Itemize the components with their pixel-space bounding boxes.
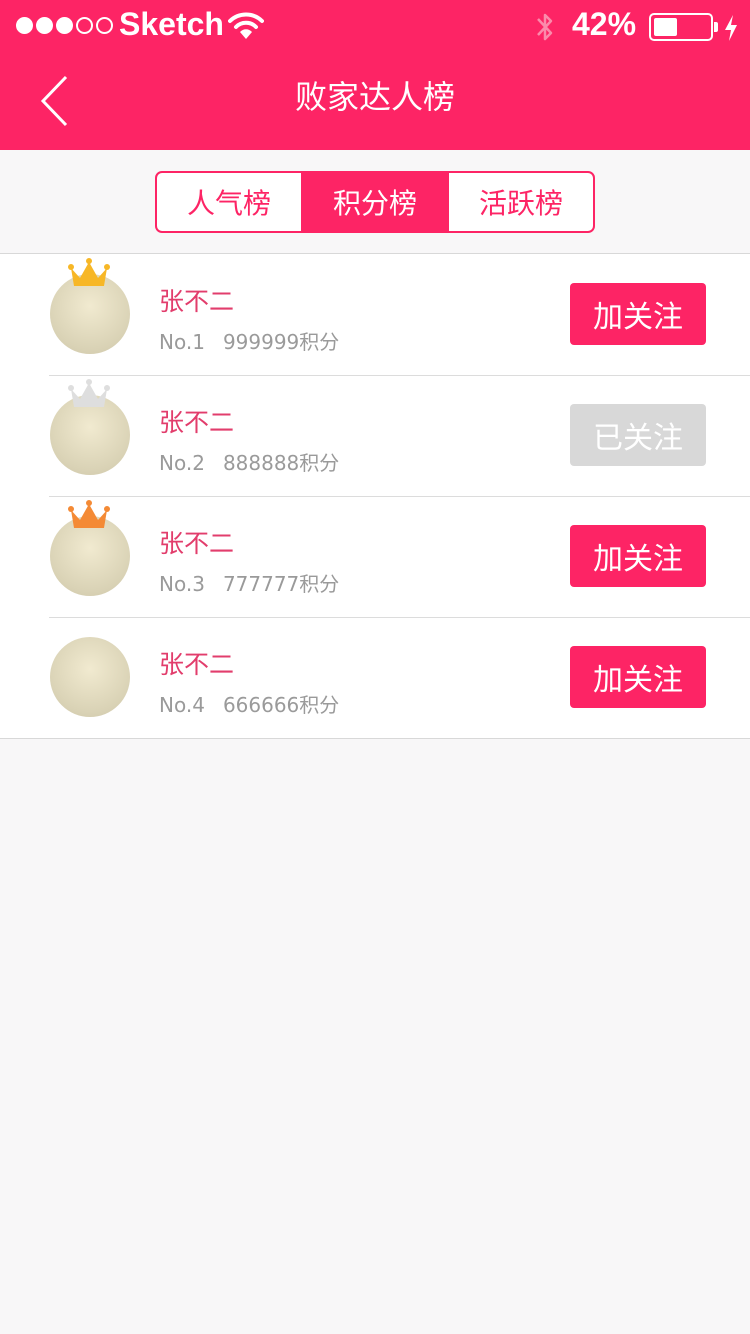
battery-tip (714, 22, 718, 32)
rank-number: No.2 (159, 451, 205, 475)
list-item: 张不二 No.1 999999积分 加关注 (0, 254, 750, 375)
rank-info: No.2 888888积分 (159, 447, 339, 476)
points-value: 888888积分 (222, 451, 340, 475)
points-value: 666666积分 (222, 693, 340, 717)
wifi-icon (228, 12, 264, 39)
rank-info: No.4 666666积分 (159, 689, 339, 718)
battery-icon (649, 13, 713, 41)
list-item: 张不二 No.2 888888积分 已关注 (0, 375, 750, 496)
silver-crown-icon (68, 379, 110, 407)
bluetooth-icon (537, 13, 553, 41)
gold-crown-icon (68, 258, 110, 286)
follow-button[interactable]: 加关注 (570, 646, 706, 708)
status-bar: Sketch 42% (0, 0, 750, 54)
signal-strength-icon (16, 17, 113, 34)
rank-info: No.1 999999积分 (159, 326, 339, 355)
tab-popularity[interactable]: 人气榜 (157, 173, 301, 231)
rank-number: No.3 (159, 572, 205, 596)
rank-number: No.4 (159, 693, 205, 717)
user-name: 张不二 (159, 650, 235, 679)
tab-activity[interactable]: 活跃榜 (447, 173, 593, 231)
points-value: 999999积分 (222, 330, 340, 354)
ranking-list: 张不二 No.1 999999积分 加关注 张不二 No.2 888888积分 已关… (0, 253, 750, 739)
avatar (50, 637, 130, 717)
rank-info: No.3 777777积分 (159, 568, 339, 597)
follow-button[interactable]: 加关注 (570, 283, 706, 345)
tab-points[interactable]: 积分榜 (301, 173, 447, 231)
list-item: 张不二 No.4 666666积分 加关注 (0, 617, 750, 738)
bronze-crown-icon (68, 500, 110, 528)
header: Sketch 42% 败家达人榜 (0, 0, 750, 150)
user-name: 张不二 (159, 408, 235, 437)
battery-level (654, 18, 677, 36)
carrier-name: Sketch (119, 6, 224, 42)
ranking-tabs: 人气榜 积分榜 活跃榜 (155, 171, 595, 233)
follow-button[interactable]: 加关注 (570, 525, 706, 587)
points-value: 777777积分 (222, 572, 340, 596)
battery-percent: 42% (572, 6, 637, 42)
user-name: 张不二 (159, 529, 235, 558)
rank-number: No.1 (159, 330, 205, 354)
charging-bolt-icon (725, 15, 737, 41)
list-item: 张不二 No.3 777777积分 加关注 (0, 496, 750, 617)
page-title: 败家达人榜 (294, 78, 455, 116)
user-name: 张不二 (159, 287, 235, 316)
followed-button[interactable]: 已关注 (570, 404, 706, 466)
